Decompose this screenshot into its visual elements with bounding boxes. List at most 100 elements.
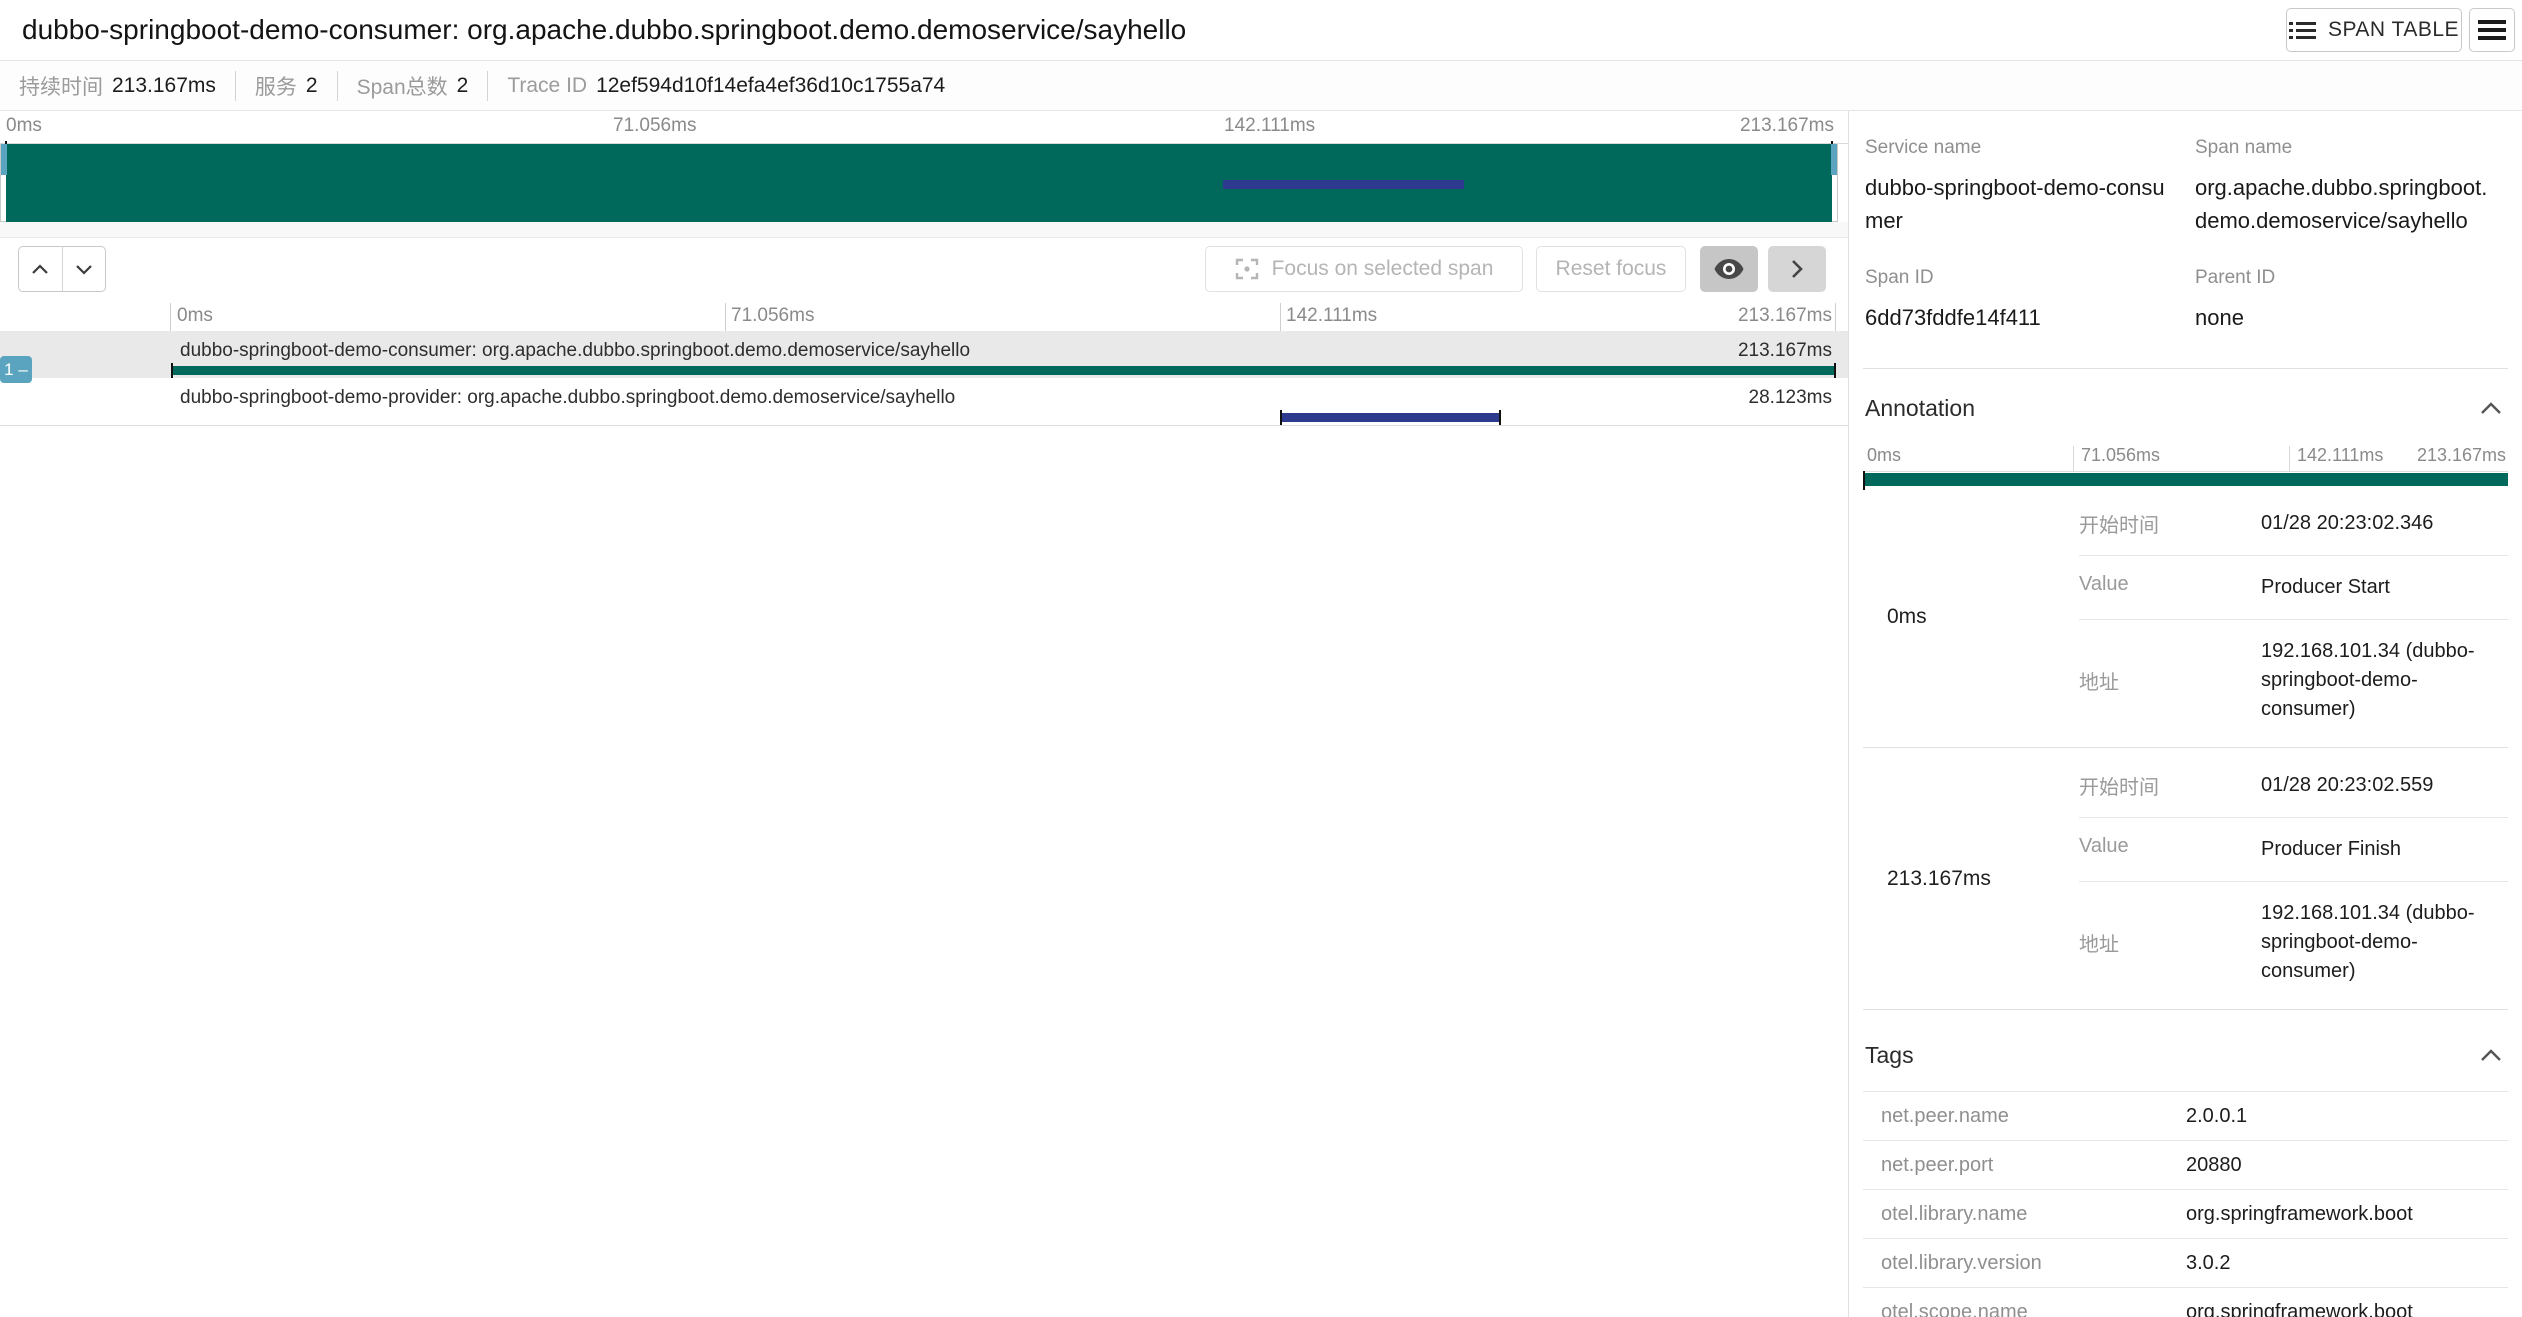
annotation-time: 0ms [1863,486,2079,747]
menu-button[interactable] [2469,8,2515,52]
ruler-tick-0: 0ms [177,305,213,327]
span-detail-grid: Span ID 6dd73fddfe14f411 Parent ID none [1863,267,2508,368]
ruler-tick-1: 71.056ms [731,305,814,327]
eye-icon [1714,259,1744,279]
annotation-row: 0ms 开始时间 01/28 20:23:02.346 Value Produc… [1863,486,2508,748]
span-count-label: Span总数 [357,71,448,101]
annotation-detail-table: 开始时间 01/28 20:23:02.346 Value Producer S… [2079,486,2508,747]
trace-header: dubbo-springboot-demo-consumer: org.apac… [0,0,2522,61]
annotation-bar-track [1863,472,2508,486]
service-name-label: Service name [1865,137,2195,159]
hamburger-icon [2478,19,2506,41]
annotation-tick-separator [2073,446,2074,471]
chevron-up-icon [31,264,49,275]
minimap-right-handle[interactable] [1831,144,1837,175]
span-table-label: SPAN TABLE [2328,18,2459,42]
span-name-text: dubbo-springboot-demo-provider: org.apac… [180,387,955,409]
tag-key: otel.library.version [1863,1252,2186,1275]
provider-span-bar[interactable] [1281,413,1500,422]
tag-value: org.springframework.boot [2186,1301,2508,1317]
annotation-row: 213.167ms 开始时间 01/28 20:23:02.559 Value … [1863,748,2508,1010]
chevron-up-icon[interactable] [2480,402,2502,415]
start-time-label: 开始时间 [2079,771,2261,800]
span-duration-text: 213.167ms [1738,340,1832,362]
next-span-button[interactable] [62,247,106,291]
start-time-label: 开始时间 [2079,509,2261,538]
tag-row: otel.scope.name org.springframework.boot [1863,1288,2508,1317]
start-time-value: 01/28 20:23:02.346 [2261,509,2508,538]
duration-value: 213.167ms [112,74,216,98]
ruler-tick-2: 142.111ms [1286,305,1377,327]
tag-row: net.peer.name 2.0.0.1 [1863,1092,2508,1141]
minimap-tick-row: 0ms 71.056ms 142.111ms 213.167ms [0,111,1848,144]
annotation-tick-3: 213.167ms [2417,445,2506,466]
tag-value: 3.0.2 [2186,1252,2508,1275]
minimap-left-handle[interactable] [1,144,7,175]
tags-title: Tags [1865,1042,1914,1069]
minimap-tick-2: 142.111ms [1224,115,1315,137]
duration-label: 持续时间 [19,71,103,101]
annotation-title: Annotation [1865,395,1975,422]
span-count-item: Span总数 2 [337,71,488,101]
minimap-gap-band [0,222,1848,238]
minimap-provider-bar [1223,180,1464,189]
tags-section-header[interactable]: Tags [1863,1010,2508,1091]
minimap-tick-3: 213.167ms [1740,115,1834,137]
trace-title: dubbo-springboot-demo-consumer: org.apac… [22,14,1186,46]
timeline-toolbar: Focus on selected span Reset focus [0,238,1848,301]
collapse-panel-button[interactable] [1768,246,1826,292]
annotation-section-header[interactable]: Annotation [1863,369,2508,444]
span-navigation-buttons [18,246,106,292]
ruler-gridline [1835,303,1836,331]
services-item: 服务 2 [235,71,337,101]
trace-minimap[interactable] [0,144,1838,222]
annotation-span-bar [1863,473,2508,486]
span-count-value: 2 [457,74,469,98]
span-table-button[interactable]: SPAN TABLE [2286,8,2462,52]
minimap-consumer-bar [6,144,1832,222]
chevron-up-icon[interactable] [2480,1049,2502,1062]
value-value: Producer Finish [2261,835,2508,864]
services-label: 服务 [255,71,297,101]
annotation-tick-separator [2289,446,2290,471]
parent-id-value: none [2195,301,2508,334]
chevron-right-icon [1791,259,1803,279]
trace-id-item: Trace ID 12ef594d10f14efa4ef36d10c1755a7… [487,71,964,101]
annotation-tick-0: 0ms [1867,445,1901,466]
consumer-span-bar[interactable] [172,366,1835,375]
minimap-track [6,144,1832,222]
annotation-tick-1: 71.056ms [2081,445,2160,466]
parent-id-label: Parent ID [2195,267,2508,289]
address-label: 地址 [2079,666,2261,695]
address-label: 地址 [2079,928,2261,957]
service-name-value: dubbo-springboot-demo-consumer [1865,171,2195,237]
focus-selected-span-button[interactable]: Focus on selected span [1205,246,1523,292]
services-value: 2 [306,74,318,98]
address-value: 192.168.101.34 (dubbo-springboot-demo-co… [2261,637,2493,724]
trace-id-value: 12ef594d10f14efa4ef36d10c1755a74 [596,74,945,98]
focus-button-label: Focus on selected span [1272,257,1494,281]
tag-row: otel.library.version 3.0.2 [1863,1239,2508,1288]
tag-value: 20880 [2186,1154,2508,1177]
tag-key: net.peer.name [1863,1105,2186,1128]
start-time-value: 01/28 20:23:02.559 [2261,771,2508,800]
span-id-label: Span ID [1865,267,2195,289]
prev-span-button[interactable] [19,247,62,291]
toggle-visibility-button[interactable] [1700,246,1758,292]
reset-focus-button[interactable]: Reset focus [1536,246,1686,292]
minimap-tick-1: 71.056ms [613,115,696,137]
ruler-gridline [170,303,171,331]
list-icon [2289,20,2316,41]
trace-id-label: Trace ID [507,74,587,98]
span-row-consumer[interactable]: dubbo-springboot-demo-consumer: org.apac… [0,331,1848,378]
focus-icon [1235,257,1259,281]
tag-key: otel.scope.name [1863,1301,2186,1317]
span-id-value: 6dd73fddfe14f411 [1865,301,2195,334]
collapse-children-badge[interactable]: 1 – [0,356,32,383]
span-duration-text: 28.123ms [1749,387,1832,409]
chevron-down-icon [75,264,93,275]
span-detail-panel: Service name dubbo-springboot-demo-consu… [1849,111,2522,1317]
duration-item: 持续时间 213.167ms [0,71,235,101]
span-row-provider[interactable]: dubbo-springboot-demo-provider: org.apac… [0,378,1848,426]
value-label: Value [2079,573,2261,602]
